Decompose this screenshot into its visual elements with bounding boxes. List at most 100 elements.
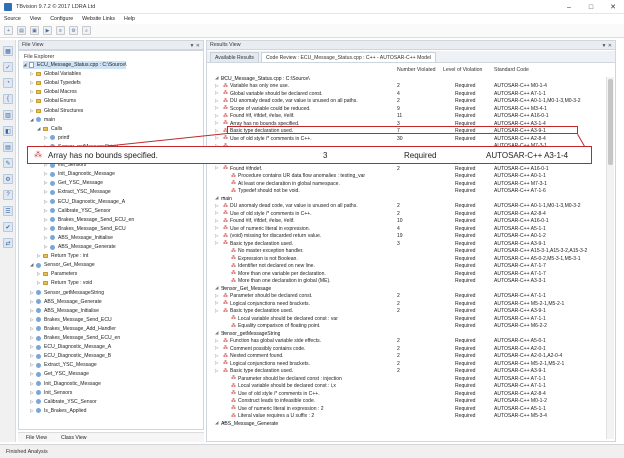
tree-item[interactable]: ▷ ABS_Message_Generate <box>30 298 102 306</box>
tree-item[interactable]: ▷Sensor_getMessageString <box>30 289 104 297</box>
tree-item[interactable]: ▷ Init_Diagnostic_Message <box>30 380 101 388</box>
tree-item[interactable]: ▷ ABS_Message_Generate <box>44 243 116 251</box>
maximize-button[interactable]: □ <box>580 0 602 14</box>
menu-configure[interactable]: Configure <box>50 16 73 22</box>
vertical-scrollbar[interactable] <box>606 77 614 439</box>
search-icon[interactable]: ⌕ <box>82 26 91 35</box>
tree-item[interactable]: ▷ Extract_YSC_Message <box>44 188 111 196</box>
tree-item[interactable]: ▷ ABS_Message_Initialise <box>44 234 113 242</box>
tree-item[interactable]: ▷ Init_Sensors <box>30 389 72 397</box>
report-icon[interactable]: ▤ <box>3 142 13 152</box>
expand-icon[interactable]: ◢ <box>215 420 218 426</box>
tree-item[interactable]: ▷ Brakes_Message_Send_ECU_en <box>44 216 134 224</box>
metrics-icon[interactable]: ▥ <box>3 110 13 120</box>
menu-help[interactable]: Help <box>124 16 135 22</box>
expand-icon[interactable]: ▷ <box>215 308 218 314</box>
tree-item[interactable]: ▷ Brakes_Message_Send_ECU_en <box>30 334 120 342</box>
expand-icon[interactable]: ▷ <box>215 98 218 104</box>
tree-item[interactable]: ▷ Get_YSC_Message <box>44 179 103 187</box>
tools-icon[interactable]: ✎ <box>3 158 13 168</box>
tree-item[interactable]: ▷ Extract_YSC_Message <box>30 361 97 369</box>
flow-icon[interactable]: ⇄ <box>3 238 13 248</box>
tree-item[interactable]: ▷ Global Variables <box>30 70 81 78</box>
tree-item[interactable]: ▷ Return Type : int <box>37 252 88 260</box>
open-icon[interactable]: ▤ <box>17 26 26 35</box>
coverage-icon[interactable]: ◧ <box>3 126 13 136</box>
expand-icon[interactable]: ◢ <box>215 285 218 291</box>
expand-icon[interactable]: ▷ <box>215 210 218 216</box>
graph-icon[interactable]: ◔ <box>3 78 13 88</box>
tree-item[interactable]: ▷ Parameters <box>37 270 77 278</box>
settings-icon[interactable]: ⚙ <box>69 26 78 35</box>
tab-class-view[interactable]: Class View <box>61 435 87 441</box>
menu-website-links[interactable]: Website Links <box>82 16 115 22</box>
help-icon[interactable]: ? <box>3 190 13 200</box>
expand-icon[interactable]: ▷ <box>215 113 218 119</box>
expand-icon[interactable]: ▷ <box>215 203 218 209</box>
menu-view[interactable]: View <box>30 16 41 22</box>
settings-icon[interactable]: ⚙ <box>3 174 13 184</box>
menu-source[interactable]: Source <box>4 16 21 22</box>
code-icon[interactable]: { <box>3 94 13 104</box>
tree-item[interactable]: ▷ Calibrate_YSC_Sensor <box>30 398 97 406</box>
run-icon[interactable]: ▶ <box>43 26 52 35</box>
column-number-violated[interactable]: Number Violated <box>397 67 436 73</box>
tree-item[interactable]: ▷ ECU_Diagnostic_Message_A <box>30 343 111 351</box>
tree-item[interactable]: ▷ Init_Diagnostic_Message <box>44 170 115 178</box>
column-standard[interactable]: Standard Code <box>494 67 529 73</box>
new-icon[interactable]: + <box>4 26 13 35</box>
expand-icon[interactable]: ▷ <box>215 218 218 224</box>
tree-item[interactable]: ▷ ECU_Diagnostic_Message_A <box>44 198 125 206</box>
tree-item[interactable]: ▷Is_Brakes_Applied <box>30 407 86 415</box>
tree-item[interactable]: ▷ Global Macros <box>30 88 77 96</box>
result-group[interactable]: ◢ ▪ ABS_Message_Generate <box>207 420 605 428</box>
expand-icon[interactable]: ▷ <box>215 225 218 231</box>
tree-item[interactable]: ▷ printf <box>44 134 69 142</box>
scroll-thumb[interactable] <box>608 79 613 165</box>
expand-icon[interactable]: ▷ <box>215 240 218 246</box>
expand-icon[interactable]: ▷ <box>215 345 218 351</box>
report-icon[interactable]: ≡ <box>56 26 65 35</box>
close-button[interactable]: ✕ <box>602 0 624 14</box>
expand-icon[interactable]: ▷ <box>215 128 218 134</box>
results-icon[interactable]: ✓ <box>3 62 13 72</box>
expand-icon[interactable]: ▷ <box>215 120 218 126</box>
expand-icon[interactable]: ▷ <box>215 300 218 306</box>
expand-icon[interactable]: ◢ <box>215 195 218 201</box>
tab-available-results[interactable]: Available Results <box>210 52 259 62</box>
tree-item[interactable]: ▷ Get_YSC_Message <box>30 370 89 378</box>
tree-item[interactable]: ◢ main <box>30 116 55 124</box>
expand-icon[interactable]: ◢ <box>215 330 218 336</box>
expand-icon[interactable]: ▷ <box>215 165 218 171</box>
expand-icon[interactable]: ◢ <box>215 75 218 81</box>
expand-icon[interactable]: ▷ <box>215 360 218 366</box>
tree-item[interactable]: ▷ Return Type : void <box>37 279 92 287</box>
expand-icon[interactable]: ▷ <box>215 83 218 89</box>
save-icon[interactable]: ▣ <box>30 26 39 35</box>
tab-code-review[interactable]: Code Review : ECU_Message_Status.cpp : C… <box>260 52 436 62</box>
expand-icon[interactable]: ▷ <box>215 368 218 374</box>
tree-item[interactable]: ▷ ECU_Diagnostic_Message_B <box>30 352 111 360</box>
expand-icon[interactable]: ▷ <box>215 353 218 359</box>
column-level[interactable]: Level of Violation <box>443 67 482 73</box>
expand-icon[interactable]: ▷ <box>215 233 218 239</box>
expand-icon[interactable]: ▷ <box>215 90 218 96</box>
tree-item[interactable]: ◢ Calls <box>37 125 62 133</box>
expand-icon[interactable]: ▷ <box>215 293 218 299</box>
project-icon[interactable]: ▦ <box>3 46 13 56</box>
tree-item[interactable]: ▷ Global Enums <box>30 97 76 105</box>
minimize-button[interactable]: – <box>558 0 580 14</box>
tree-item[interactable]: ◢ Sensor_Get_Message <box>30 261 95 269</box>
expand-icon[interactable]: ▷ <box>215 338 218 344</box>
tab-file-view[interactable]: File View <box>26 435 47 441</box>
expand-icon[interactable]: ▷ <box>215 105 218 111</box>
tree-item[interactable]: ◢ ECU_Message_Status.cpp : C:\Source\ <box>23 61 127 69</box>
tree-item[interactable]: ▷ Brakes_Message_Send_ECU <box>44 225 126 233</box>
tree-item[interactable]: ▷ Global Structures <box>30 107 83 115</box>
tree-item[interactable]: ▷ Global Typedefs <box>30 79 81 87</box>
tree-item[interactable]: ▷ Brakes_Message_Send_ECU <box>30 316 112 324</box>
list-icon[interactable]: ☰ <box>3 206 13 216</box>
tree-item[interactable]: ▷ Calibrate_YSC_Sensor <box>44 207 111 215</box>
check-icon[interactable]: ✔ <box>3 222 13 232</box>
expand-icon[interactable]: ▷ <box>215 135 218 141</box>
